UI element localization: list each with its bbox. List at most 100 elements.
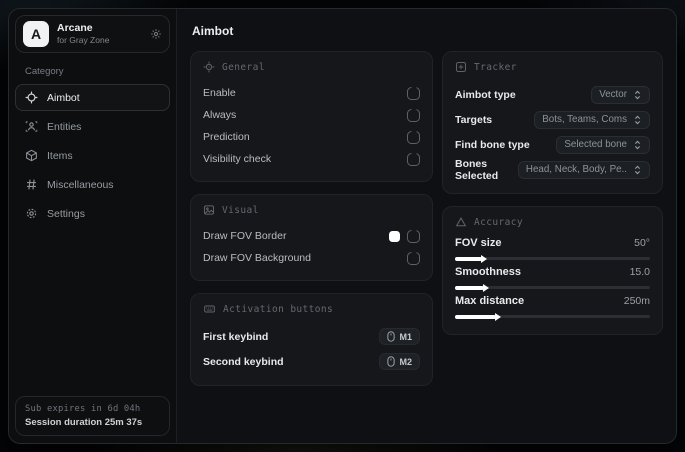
section-title: Accuracy — [474, 216, 523, 228]
find-bone-type-dropdown[interactable]: Selected bone — [556, 135, 650, 154]
sidebar-item-label: Items — [47, 149, 73, 162]
enable-checkbox[interactable] — [407, 86, 420, 100]
slider-value: 250m — [623, 295, 650, 307]
sidebar-item-settings[interactable]: Settings — [15, 200, 170, 227]
second-keybind-button[interactable]: M2 — [379, 353, 420, 370]
chevron-up-down-icon — [633, 115, 642, 125]
crosshair-icon — [25, 91, 38, 104]
setting-row-targets: Targets Bots, Teams, Coms — [455, 107, 650, 132]
tracker-card: Tracker Aimbot type Vector Targets Bots,… — [442, 51, 663, 194]
fov-size-slider[interactable] — [455, 256, 650, 261]
slider-label: Max distance — [455, 295, 525, 307]
overlay-window: A Arcane for Gray Zone Category Aimbot E… — [8, 8, 677, 444]
setting-row-find-bone-type: Find bone type Selected bone — [455, 132, 650, 157]
dropdown-value: Bots, Teams, Coms — [542, 114, 627, 125]
mouse-icon — [387, 356, 396, 367]
setting-row-visibility-check: Visibility check — [203, 148, 420, 170]
slider-label: Smoothness — [455, 266, 522, 278]
app-subtitle: for Gray Zone — [57, 35, 110, 46]
section-title: Visual — [222, 204, 259, 216]
setting-label: Always — [203, 109, 237, 121]
sub-expires-text: Sub expires in 6d 04h — [25, 404, 141, 414]
section-title: General — [222, 61, 265, 73]
smoothness-slider[interactable] — [455, 285, 650, 290]
keyboard-icon — [203, 303, 216, 315]
aimbot-type-dropdown[interactable]: Vector — [591, 85, 650, 104]
session-duration-text: Session duration 25m 37s — [25, 417, 143, 428]
subscription-status: Sub expires in 6d 04h Session duration 2… — [15, 396, 170, 436]
dropdown-value: Head, Neck, Body, Pe.. — [525, 164, 627, 175]
setting-row-always: Always — [203, 104, 420, 126]
setting-label: Draw FOV Border — [203, 230, 287, 242]
sidebar-nav: Aimbot Entities Items Miscellaneous Sett… — [15, 84, 170, 227]
chevron-up-down-icon — [633, 90, 642, 100]
slider-fill[interactable] — [455, 314, 496, 319]
box-icon — [25, 149, 38, 162]
section-title: Activation buttons — [223, 303, 334, 315]
image-icon — [203, 204, 215, 216]
setting-label: Prediction — [203, 131, 250, 143]
keybind-value: M2 — [399, 356, 412, 367]
setting-label: Find bone type — [455, 138, 530, 151]
general-card: General Enable Always Prediction Visibil… — [190, 51, 433, 182]
triangle-icon — [455, 216, 467, 228]
setting-label: First keybind — [203, 330, 269, 343]
sidebar-item-miscellaneous[interactable]: Miscellaneous — [15, 171, 170, 198]
game-backdrop-strip — [0, 443, 685, 452]
activation-card: Activation buttons First keybind M1 Seco… — [190, 293, 433, 386]
setting-label: Aimbot type — [455, 88, 516, 101]
scan-icon — [455, 61, 467, 73]
bones-selected-dropdown[interactable]: Head, Neck, Body, Pe.. — [517, 160, 650, 179]
chevron-up-down-icon — [633, 140, 642, 150]
visual-card: Visual Draw FOV Border Draw FOV Backgrou… — [190, 194, 433, 281]
gear-icon[interactable] — [150, 28, 162, 40]
draw-fov-background-checkbox[interactable] — [407, 251, 420, 265]
keybind-value: M1 — [399, 331, 412, 342]
slider-value: 50° — [634, 237, 650, 249]
sidebar-item-label: Entities — [47, 120, 82, 133]
fov-border-color-swatch[interactable] — [389, 230, 400, 242]
hash-icon — [25, 178, 38, 191]
sidebar-item-label: Aimbot — [47, 91, 80, 104]
sidebar-item-label: Settings — [47, 207, 85, 220]
prediction-checkbox[interactable] — [407, 130, 420, 144]
app-logo: A — [23, 21, 49, 47]
setting-label: Enable — [203, 87, 236, 99]
setting-row-draw-fov-background: Draw FOV Background — [203, 247, 420, 269]
setting-row-second-keybind: Second keybind M2 — [203, 349, 420, 374]
page-title: Aimbot — [192, 24, 234, 38]
setting-row-prediction: Prediction — [203, 126, 420, 148]
slider-fov-size: FOV size 50° — [455, 237, 650, 261]
setting-label: Visibility check — [203, 153, 272, 165]
mouse-icon — [387, 331, 396, 342]
setting-row-enable: Enable — [203, 82, 420, 104]
max-distance-slider[interactable] — [455, 314, 650, 319]
slider-label: FOV size — [455, 237, 502, 249]
slider-value: 15.0 — [629, 266, 650, 278]
gear-icon — [25, 207, 38, 220]
section-title: Tracker — [474, 61, 517, 73]
chevron-up-down-icon — [633, 165, 642, 175]
slider-fill[interactable] — [455, 256, 483, 261]
draw-fov-border-checkbox[interactable] — [407, 229, 420, 243]
slider-fill[interactable] — [455, 285, 485, 290]
setting-row-aimbot-type: Aimbot type Vector — [455, 82, 650, 107]
setting-label: Draw FOV Background — [203, 252, 311, 264]
app-header: A Arcane for Gray Zone — [15, 15, 170, 53]
app-name: Arcane — [57, 22, 93, 35]
setting-label: Second keybind — [203, 355, 284, 368]
sidebar-item-items[interactable]: Items — [15, 142, 170, 169]
first-keybind-button[interactable]: M1 — [379, 328, 420, 345]
sidebar: A Arcane for Gray Zone Category Aimbot E… — [9, 9, 177, 443]
setting-label: Bones Selected — [455, 157, 499, 182]
dropdown-value: Selected bone — [564, 139, 627, 150]
main-panel: Aimbot General Enable Always Prediction … — [177, 9, 676, 443]
sidebar-item-entities[interactable]: Entities — [15, 113, 170, 140]
visibility-check-checkbox[interactable] — [407, 152, 420, 166]
dropdown-value: Vector — [599, 89, 627, 100]
always-checkbox[interactable] — [407, 108, 420, 122]
sidebar-item-aimbot[interactable]: Aimbot — [15, 84, 170, 111]
setting-label: Targets — [455, 113, 493, 126]
targets-dropdown[interactable]: Bots, Teams, Coms — [534, 110, 650, 129]
entities-icon — [25, 120, 38, 133]
